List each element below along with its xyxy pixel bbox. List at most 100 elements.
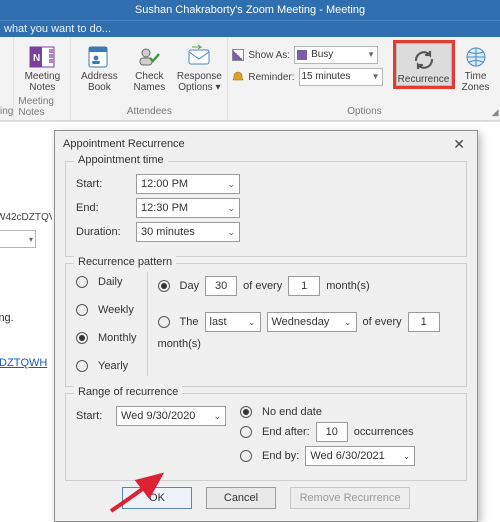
monthly-radio[interactable]: Monthly <box>76 332 137 344</box>
range-legend: Range of recurrence <box>74 386 182 398</box>
ribbon-group-caption-left: ing <box>0 104 13 119</box>
show-as-value: Busy <box>311 47 333 63</box>
range-start-label: Start: <box>76 410 110 422</box>
cancel-button[interactable]: Cancel <box>206 487 276 509</box>
duration-value: 30 minutes <box>141 226 195 238</box>
the-label: The <box>180 316 199 328</box>
dialog-title: Appointment Recurrence <box>63 138 185 150</box>
monthly-label: Monthly <box>98 332 137 344</box>
end-by-label: End by: <box>262 450 299 462</box>
no-end-label: No end date <box>262 406 322 418</box>
months1-label: month(s) <box>326 280 369 292</box>
show-as-combo[interactable]: Busy ▼ <box>294 46 378 64</box>
svg-text:N: N <box>33 53 40 64</box>
months2-input[interactable]: 1 <box>408 312 440 332</box>
occurrences-label: occurrences <box>354 426 414 438</box>
options-caption: Options <box>228 104 500 119</box>
duration-label: Duration: <box>76 226 130 238</box>
time-zones-button[interactable]: Time Zones <box>455 40 497 94</box>
yearly-label: Yearly <box>98 360 128 372</box>
no-end-radio[interactable]: No end date <box>240 406 456 418</box>
range-group: Range of recurrence Start: Wed 9/30/2020… <box>65 393 467 481</box>
start-label: Start: <box>76 178 130 190</box>
daily-radio[interactable]: Daily <box>76 276 137 288</box>
day-number-input[interactable]: 30 <box>205 276 237 296</box>
start-time-combo[interactable]: 12:00 PM⌄ <box>136 174 240 194</box>
meeting-notes-button[interactable]: N Meeting Notes <box>18 40 66 94</box>
dialog-launcher-icon[interactable]: ◢ <box>492 107 499 118</box>
months2-label: month(s) <box>158 338 201 350</box>
recurrence-label: Recurrence <box>398 74 450 85</box>
address-book-label: Address Book <box>81 71 118 93</box>
end-by-combo[interactable]: Wed 6/30/2021⌄ <box>305 446 415 466</box>
appointment-time-legend: Appointment time <box>74 154 168 166</box>
weekday-value: Wednesday <box>272 316 330 328</box>
partial-link[interactable]: :DZTQWH <box>0 357 47 369</box>
response-options-label: Response Options ▾ <box>177 71 222 93</box>
address-book-button[interactable]: Address Book <box>75 40 123 94</box>
weekly-radio[interactable]: Weekly <box>76 304 137 316</box>
recurrence-pattern-group: Recurrence pattern Daily Weekly Monthly … <box>65 263 467 387</box>
day-label: Day <box>180 280 200 292</box>
window-title: Sushan Chakraborty's Zoom Meeting - Meet… <box>0 0 500 20</box>
end-time-combo[interactable]: 12:30 PM⌄ <box>136 198 240 218</box>
meeting-notes-label: Meeting Notes <box>25 71 61 93</box>
time-zones-label: Time Zones <box>462 71 490 93</box>
weekly-label: Weekly <box>98 304 134 316</box>
content-area: W42cDZTQV ing. :DZTQWH Appointment Recur… <box>0 121 500 507</box>
end-after-label: End after: <box>262 426 310 438</box>
meeting-notes-caption: Meeting Notes <box>18 94 66 120</box>
yearly-radio[interactable]: Yearly <box>76 360 137 372</box>
response-options-button[interactable]: Response Options ▾ <box>175 40 223 94</box>
busy-color-icon <box>297 50 307 60</box>
check-names-button[interactable]: Check Names <box>125 40 173 94</box>
tell-me-text: what you want to do... <box>4 21 111 38</box>
close-icon[interactable]: ✕ <box>449 136 469 153</box>
onenote-icon: N <box>28 43 56 71</box>
end-after-radio[interactable]: End after: 10 occurrences <box>240 422 456 442</box>
recurrence-dialog: Appointment Recurrence ✕ Appointment tim… <box>54 130 478 522</box>
end-label: End: <box>76 202 130 214</box>
duration-combo[interactable]: 30 minutes⌄ <box>136 222 240 242</box>
day-radio[interactable] <box>158 280 170 292</box>
reminder-value: 15 minutes <box>302 69 351 85</box>
end-by-value: Wed 6/30/2021 <box>310 450 384 462</box>
check-names-icon <box>135 43 163 71</box>
end-by-radio[interactable]: End by: Wed 6/30/2021⌄ <box>240 446 456 466</box>
show-as-label: Show As: <box>248 50 290 61</box>
reminder-icon <box>232 71 244 83</box>
range-start-combo[interactable]: Wed 9/30/2020⌄ <box>116 406 226 426</box>
address-book-icon <box>85 43 113 71</box>
partial-text: W42cDZTQV <box>0 212 52 223</box>
attendees-caption: Attendees <box>127 104 172 119</box>
end-after-input[interactable]: 10 <box>316 422 348 442</box>
ok-button[interactable]: OK <box>122 487 192 509</box>
the-radio[interactable] <box>158 316 170 328</box>
partial-dropdown[interactable] <box>0 230 52 248</box>
of-every-label-1: of every <box>243 280 282 292</box>
chevron-down-icon: ▼ <box>363 47 375 63</box>
pattern-legend: Recurrence pattern <box>74 256 176 268</box>
reminder-label: Reminder: <box>248 72 294 83</box>
daily-label: Daily <box>98 276 122 288</box>
range-start-value: Wed 9/30/2020 <box>121 410 195 422</box>
chevron-down-icon: ▼ <box>368 69 380 85</box>
of-every-label-2: of every <box>363 316 402 328</box>
response-options-icon <box>185 43 213 71</box>
globe-icon <box>462 43 490 71</box>
appointment-time-group: Appointment time Start: 12:00 PM⌄ End: 1… <box>65 161 467 257</box>
partial-text-ing: ing. <box>0 312 14 324</box>
recurrence-button[interactable]: Recurrence <box>396 43 452 86</box>
remove-recurrence-button[interactable]: Remove Recurrence <box>290 487 410 509</box>
end-time-value: 12:30 PM <box>141 202 188 214</box>
tell-me-bar[interactable]: what you want to do... <box>0 20 500 37</box>
ordinal-combo[interactable]: last⌄ <box>205 312 261 332</box>
months1-input[interactable]: 1 <box>288 276 320 296</box>
reminder-combo[interactable]: 15 minutes ▼ <box>299 68 383 86</box>
ordinal-value: last <box>210 316 227 328</box>
show-as-icon <box>232 49 244 61</box>
weekday-combo[interactable]: Wednesday⌄ <box>267 312 357 332</box>
start-time-value: 12:00 PM <box>141 178 188 190</box>
ribbon: ing N Meeting Notes Meeting Notes Addres… <box>0 37 500 121</box>
recurrence-icon <box>410 46 438 74</box>
